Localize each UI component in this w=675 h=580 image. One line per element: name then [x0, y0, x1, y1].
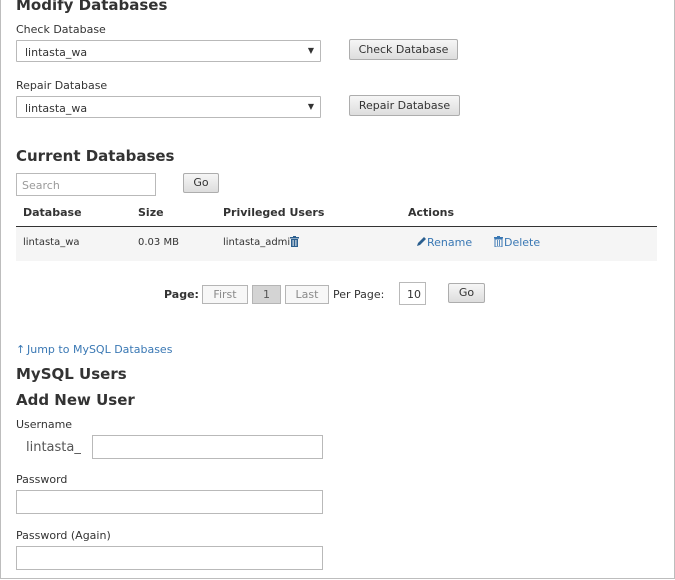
password-again-label: Password (Again)	[16, 529, 111, 542]
password-input[interactable]	[16, 490, 323, 514]
check-database-select[interactable]: lintasta_wa ▼	[16, 40, 321, 62]
password-label: Password	[16, 473, 68, 486]
jump-link-text: Jump to MySQL Databases	[27, 343, 173, 356]
column-header-privileged-users: Privileged Users	[223, 206, 325, 219]
repair-database-value: lintasta_wa	[25, 102, 88, 115]
cell-size: 0.03 MB	[138, 237, 179, 248]
add-new-user-title: Add New User	[16, 391, 135, 409]
check-database-button[interactable]: Check Database	[349, 39, 458, 60]
trash-icon[interactable]	[494, 236, 503, 248]
pagination-first-button[interactable]: First	[202, 285, 248, 304]
current-databases-title: Current Databases	[16, 147, 175, 165]
column-header-database[interactable]: Database	[23, 206, 82, 219]
cell-privileged-user[interactable]: lintasta_admin	[223, 237, 297, 248]
trash-icon[interactable]	[290, 236, 299, 247]
per-page-label: Per Page:	[333, 288, 385, 301]
pagination-go-button[interactable]: Go	[448, 283, 485, 303]
pagination-current-page[interactable]: 1	[252, 285, 281, 304]
username-prefix: lintasta_	[26, 440, 81, 455]
username-label: Username	[16, 418, 73, 431]
password-again-input[interactable]	[16, 546, 323, 570]
column-header-actions: Actions	[408, 206, 454, 219]
check-database-value: lintasta_wa	[25, 46, 88, 59]
pencil-icon[interactable]	[416, 236, 427, 247]
search-placeholder: Search	[22, 179, 60, 192]
pagination-page-label: Page:	[164, 288, 199, 301]
delete-link[interactable]: Delete	[504, 236, 540, 249]
per-page-input[interactable]: 10	[399, 282, 426, 305]
cell-database-name: lintasta_wa	[23, 237, 80, 248]
rename-link[interactable]: Rename	[427, 236, 472, 249]
jump-to-mysql-databases-link[interactable]: ↑ Jump to MySQL Databases	[16, 343, 216, 357]
search-go-button[interactable]: Go	[183, 173, 219, 193]
pagination-last-button[interactable]: Last	[285, 285, 329, 304]
chevron-down-icon: ▼	[307, 46, 314, 55]
username-input[interactable]	[92, 435, 323, 459]
chevron-down-icon: ▼	[307, 102, 314, 111]
search-input[interactable]: Search	[16, 173, 156, 196]
repair-database-select[interactable]: lintasta_wa ▼	[16, 96, 321, 118]
repair-database-label: Repair Database	[16, 79, 108, 92]
mysql-users-title: MySQL Users	[16, 365, 127, 383]
modify-databases-title: Modify Databases	[16, 0, 168, 14]
arrow-up-icon: ↑	[16, 343, 26, 356]
table-row: lintasta_wa 0.03 MB lintasta_admin Renam…	[16, 227, 657, 261]
check-database-label: Check Database	[16, 23, 106, 36]
per-page-value: 10	[407, 288, 421, 301]
column-header-size[interactable]: Size	[138, 206, 164, 219]
repair-database-button[interactable]: Repair Database	[349, 95, 460, 116]
